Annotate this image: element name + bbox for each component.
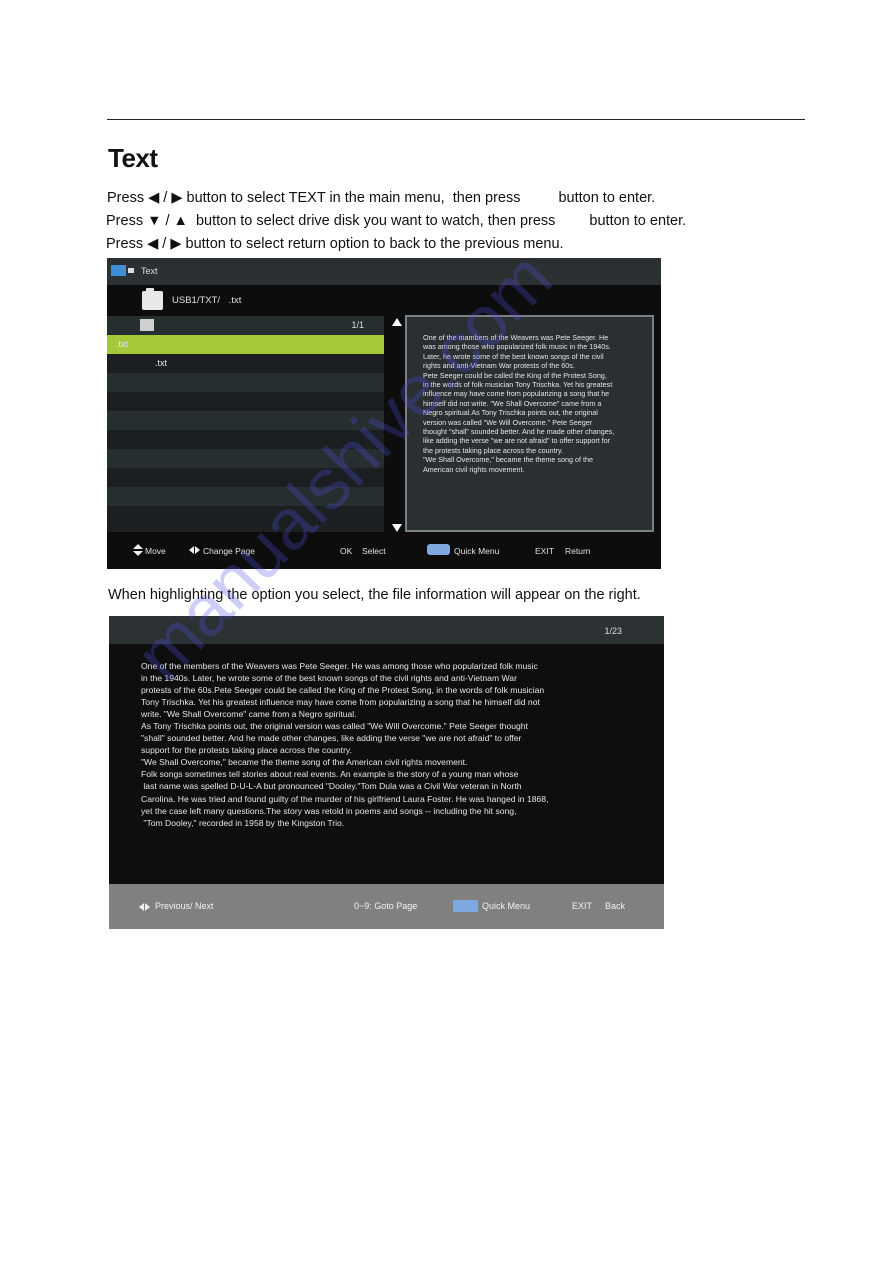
folder-icon: [142, 288, 163, 310]
list-scrollbar[interactable]: [390, 316, 403, 532]
hint-change-page: Change Page: [203, 546, 255, 556]
usb-icon: [111, 265, 134, 276]
quick-menu-key-icon: [427, 544, 450, 555]
file-preview-panel: One of the mambers of the Weavers was Pe…: [405, 315, 654, 532]
reader-header: 1/23: [109, 616, 664, 644]
parent-folder-icon: [140, 319, 154, 331]
instruction-line-2: Press ▼ / ▲ button to select drive disk …: [106, 213, 686, 229]
text-reader-screen: 1/23 One of the members of the Weavers w…: [109, 616, 664, 929]
current-path: USB1/TXT/ .txt: [172, 295, 242, 306]
page-indicator: 1/23: [604, 626, 622, 636]
path-bar: USB1/TXT/ .txt: [107, 285, 661, 315]
empty-row: [107, 373, 384, 392]
empty-row: [107, 449, 384, 468]
screen-header: Text: [107, 258, 661, 285]
caption: When highlighting the option you select,…: [108, 587, 641, 603]
reader-text: One of the members of the Weavers was Pe…: [141, 661, 549, 828]
hint-goto-page: 0~9: Goto Page: [354, 901, 418, 911]
hint-previous-next: Previous/ Next: [155, 901, 214, 911]
empty-row: [107, 411, 384, 430]
page-title: Text: [108, 143, 158, 173]
left-right-arrows-icon: [189, 546, 201, 555]
quick-menu-key-icon: [453, 900, 478, 912]
reader-footer: Previous/ Next 0~9: Goto Page Quick Menu…: [109, 884, 664, 929]
empty-row: [107, 430, 384, 449]
ok-key-label: OK: [340, 546, 353, 556]
empty-row: [107, 506, 384, 525]
exit-key-label: EXIT: [535, 546, 554, 556]
screen-title: Text: [141, 266, 158, 276]
scroll-up-arrow-icon[interactable]: [392, 318, 402, 326]
file-list: 1/1 .txt .txt: [107, 316, 384, 532]
hint-return: Return: [565, 546, 591, 556]
exit-key-label: EXIT: [572, 901, 593, 911]
header-rule: [107, 119, 805, 120]
scroll-down-arrow-icon[interactable]: [392, 524, 402, 532]
parent-folder-row[interactable]: 1/1: [107, 316, 384, 335]
instruction-text: button to enter.: [558, 190, 656, 206]
hint-move: Move: [145, 546, 166, 556]
preview-text: One of the mambers of the Weavers was Pe…: [423, 333, 615, 474]
file-name: .txt: [155, 358, 168, 368]
instruction-line-1: Press ◀ / ▶ button to select TEXT in the…: [107, 190, 655, 206]
instruction-text: Press ◀ / ▶ button to select return opti…: [106, 236, 564, 252]
up-down-arrows-icon: [133, 544, 143, 558]
left-right-arrows-icon: [139, 903, 151, 912]
file-name: .txt: [116, 339, 129, 349]
hint-quick-menu: Quick Menu: [482, 901, 531, 911]
instruction-line-3: Press ◀ / ▶ button to select return opti…: [106, 236, 564, 252]
text-browser-screen: Text USB1/TXT/ .txt 1/1 .txt .txt One of…: [107, 258, 661, 569]
hint-select: Select: [362, 546, 386, 556]
file-row-selected[interactable]: .txt: [107, 335, 384, 354]
hint-back: Back: [605, 901, 626, 911]
file-row[interactable]: .txt: [107, 354, 384, 373]
instruction-text: Press ▼ / ▲ button to select drive disk …: [106, 213, 556, 229]
hint-quick-menu: Quick Menu: [454, 546, 500, 556]
instruction-text: button to enter.: [589, 213, 687, 229]
list-page-count: 1/1: [351, 320, 364, 330]
empty-row: [107, 392, 384, 411]
screen-footer: Move Change Page OK Select Quick Menu EX…: [107, 534, 661, 569]
empty-row: [107, 487, 384, 506]
empty-row: [107, 468, 384, 487]
instruction-text: Press ◀ / ▶ button to select TEXT in the…: [107, 190, 521, 206]
